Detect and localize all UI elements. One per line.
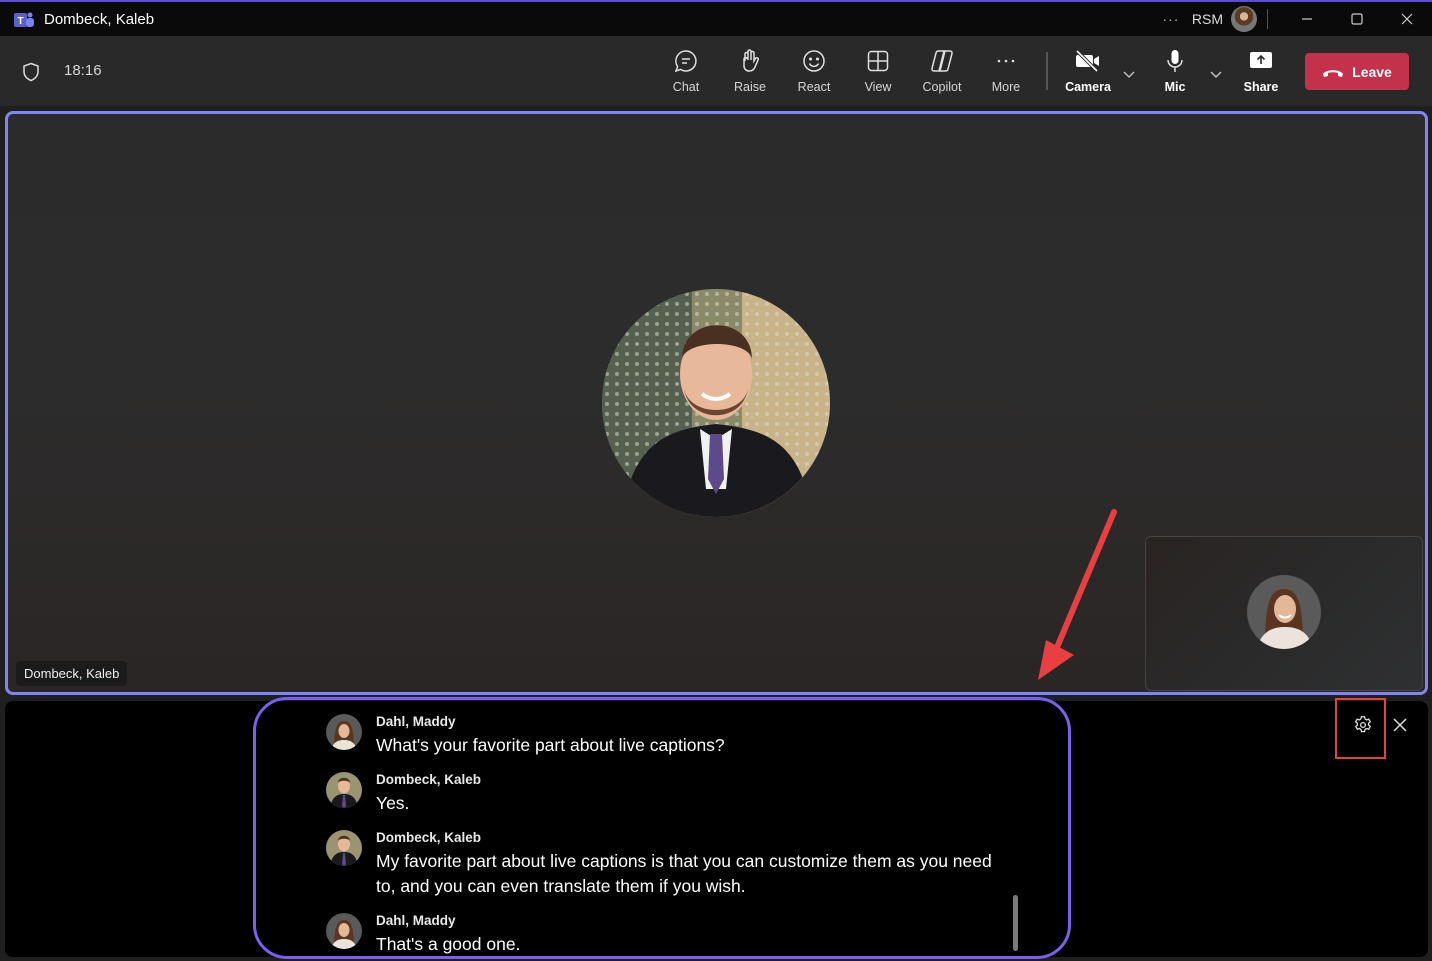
share-button[interactable]: Share [1231, 48, 1291, 94]
chevron-down-icon [1123, 71, 1135, 78]
caption-text: That's a good one. [376, 934, 521, 954]
share-label: Share [1243, 80, 1279, 94]
speaker-avatar-kaleb [326, 830, 362, 866]
captions-scrollbar[interactable] [1013, 895, 1018, 951]
copilot-label: Copilot [922, 80, 962, 94]
microphone-icon [1167, 50, 1183, 72]
chat-button[interactable]: Chat [656, 48, 716, 94]
close-window-button[interactable] [1382, 2, 1432, 36]
mic-button[interactable]: Mic [1145, 48, 1205, 94]
toolbar-divider [1046, 52, 1048, 90]
caption-text: What's your favorite part about live cap… [376, 735, 725, 755]
caption-text: My favorite part about live captions is … [376, 851, 992, 896]
participant-avatar-main [602, 289, 830, 517]
self-avatar [1247, 575, 1321, 649]
react-label: React [797, 80, 831, 94]
teams-logo-icon: T [14, 12, 34, 27]
leave-button[interactable]: Leave [1305, 53, 1409, 90]
speaker-avatar-maddy [326, 714, 362, 750]
chevron-down-icon [1210, 71, 1222, 78]
meeting-toolbar: 18:16 Chat Raise React View Copilot More… [0, 36, 1432, 106]
hand-icon [743, 49, 760, 72]
view-label: View [864, 80, 892, 94]
camera-off-icon [1075, 49, 1099, 73]
org-name[interactable]: RSM [1192, 11, 1223, 27]
camera-options-chevron[interactable] [1121, 66, 1137, 82]
copilot-button[interactable]: Copilot [912, 48, 972, 94]
smiley-icon [803, 50, 825, 72]
svg-text:T: T [17, 16, 23, 27]
caption-speaker: Dombeck, Kaleb [376, 772, 482, 787]
close-captions-button[interactable] [1389, 714, 1411, 736]
close-icon [1393, 718, 1407, 732]
maximize-button[interactable] [1332, 2, 1382, 36]
camera-button[interactable]: Camera [1058, 48, 1118, 94]
ellipsis-icon[interactable]: ··· [1156, 11, 1186, 27]
copilot-icon [931, 50, 953, 72]
divider [1267, 9, 1268, 29]
hang-up-icon [1323, 69, 1344, 77]
more-button[interactable]: More [976, 48, 1036, 94]
minimize-button[interactable] [1282, 2, 1332, 36]
view-button[interactable]: View [848, 48, 908, 94]
gear-icon [1354, 716, 1372, 733]
caption-speaker: Dahl, Maddy [376, 714, 456, 729]
shield-icon[interactable] [22, 62, 40, 82]
caption-entry: Dombeck, Kaleb My favorite part about li… [326, 830, 996, 899]
chat-icon [674, 50, 697, 73]
window-title: Dombeck, Kaleb [44, 11, 155, 28]
leave-label: Leave [1352, 63, 1392, 80]
caption-settings-button[interactable] [1350, 712, 1376, 738]
participant-photo [602, 289, 830, 517]
profile-avatar[interactable] [1231, 6, 1257, 32]
speaker-avatar-maddy [326, 913, 362, 949]
chat-label: Chat [672, 80, 700, 94]
mic-label: Mic [1164, 80, 1186, 94]
raise-label: Raise [734, 80, 766, 94]
caption-entry: Dahl, Maddy That's a good one. [326, 913, 996, 957]
raise-hand-button[interactable]: Raise [720, 48, 780, 94]
react-button[interactable]: React [784, 48, 844, 94]
speaker-name-tag: Dombeck, Kaleb [16, 661, 128, 686]
grid-view-icon [867, 50, 889, 72]
caption-entry: Dahl, Maddy What's your favorite part ab… [326, 714, 996, 758]
caption-entry: Dombeck, Kaleb Yes. [326, 772, 996, 816]
video-stage: Dombeck, Kaleb [5, 111, 1428, 695]
close-icon [1401, 13, 1413, 25]
caption-text: Yes. [376, 793, 410, 813]
caption-speaker: Dombeck, Kaleb [376, 830, 482, 845]
self-photo [1247, 575, 1321, 649]
camera-label: Camera [1065, 80, 1111, 94]
maximize-icon [1351, 13, 1363, 25]
minimize-icon [1302, 18, 1312, 20]
self-video-tile[interactable] [1145, 536, 1423, 691]
more-label: More [991, 80, 1021, 94]
meeting-timer: 18:16 [64, 62, 102, 79]
share-screen-icon [1250, 52, 1272, 68]
more-dots-icon [997, 59, 1015, 63]
title-bar: T Dombeck, Kaleb ··· RSM [0, 0, 1432, 36]
speaker-avatar-kaleb [326, 772, 362, 808]
mic-options-chevron[interactable] [1208, 66, 1224, 82]
caption-speaker: Dahl, Maddy [376, 913, 456, 928]
